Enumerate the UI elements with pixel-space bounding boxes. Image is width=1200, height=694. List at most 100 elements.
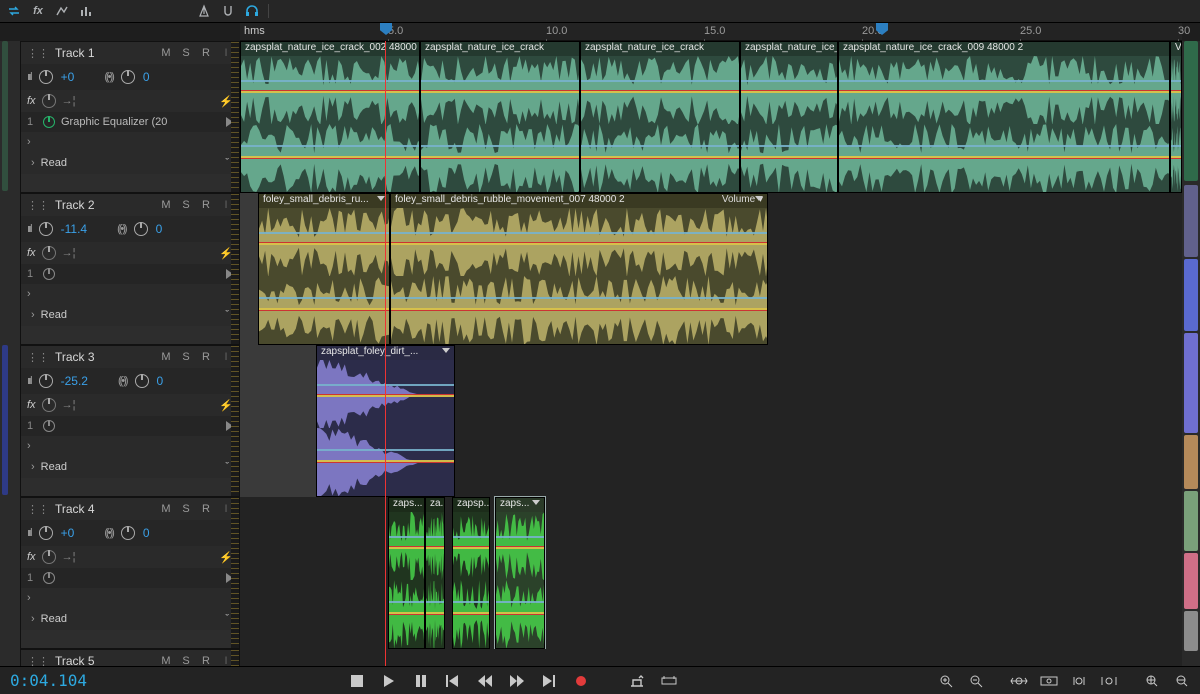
minimap-region[interactable] (1184, 491, 1198, 551)
track-lane[interactable] (240, 649, 1182, 666)
fx-power-icon[interactable] (43, 572, 55, 584)
volume-envelope[interactable] (581, 91, 739, 93)
pan-envelope[interactable] (1171, 145, 1181, 147)
zoom-in-button[interactable] (938, 672, 956, 690)
fast-forward-button[interactable] (508, 672, 526, 690)
volume-value[interactable]: -11.4 (61, 222, 87, 236)
volume-envelope[interactable] (391, 308, 767, 310)
pan-envelope[interactable] (839, 145, 1169, 147)
pan-envelope[interactable] (426, 601, 444, 603)
audio-clip[interactable]: zapsplat_nature_ice_crack_009 48000 2 (838, 41, 1170, 193)
volume-envelope[interactable] (317, 395, 454, 397)
audio-clip[interactable]: zaps... (495, 497, 545, 649)
pan-envelope[interactable] (496, 536, 544, 538)
fx-power-icon[interactable] (43, 116, 55, 128)
go-to-start-button[interactable] (444, 672, 462, 690)
pan-envelope[interactable] (426, 536, 444, 538)
audio-clip[interactable]: foley_small_debris_ru... (258, 193, 390, 345)
fx-slot-row[interactable]: 1 (21, 568, 239, 588)
volume-knob[interactable] (39, 222, 53, 236)
pan-envelope[interactable] (741, 145, 837, 147)
track-name-label[interactable]: Track 5 (55, 654, 95, 666)
pan-value[interactable]: 0 (157, 374, 164, 388)
expand-sends-icon[interactable]: › (27, 592, 31, 604)
grab-handle-icon[interactable]: ⋮⋮ (27, 351, 49, 364)
arm-record-button[interactable]: R (199, 199, 213, 211)
clip-menu-icon[interactable] (532, 500, 540, 505)
pan-knob[interactable] (135, 374, 149, 388)
pan-envelope[interactable] (259, 297, 389, 299)
audio-clip[interactable]: zaps... (388, 497, 425, 649)
overview-minimap[interactable] (1182, 41, 1200, 666)
pan-envelope[interactable] (241, 145, 419, 147)
minimap-region[interactable] (1184, 41, 1198, 181)
audio-clip[interactable]: foley_small_debris_rubble_movement_007 4… (390, 193, 768, 345)
volume-envelope[interactable] (1171, 91, 1181, 93)
pan-envelope[interactable] (391, 232, 767, 234)
solo-button[interactable]: S (179, 351, 193, 363)
stop-button[interactable] (348, 672, 366, 690)
pan-envelope[interactable] (241, 80, 419, 82)
audio-clip[interactable]: zapsplat_nature_ice_crack (420, 41, 580, 193)
volume-envelope[interactable] (389, 547, 424, 549)
volume-envelope[interactable] (259, 308, 389, 310)
minimap-region[interactable] (1184, 333, 1198, 433)
fx-power-icon[interactable] (43, 268, 55, 280)
fx-toggle-icon[interactable]: fx (28, 1, 48, 21)
volume-envelope[interactable] (453, 612, 489, 614)
track-name-label[interactable]: Track 3 (55, 350, 95, 364)
fx-knob[interactable] (42, 246, 56, 260)
clip-menu-icon[interactable] (377, 196, 385, 201)
volume-envelope[interactable] (496, 612, 544, 614)
arm-record-button[interactable]: R (199, 47, 213, 59)
volume-envelope[interactable] (391, 243, 767, 245)
audio-clip[interactable]: zapsplat_foley_dirt_... (316, 345, 455, 497)
minimap-region[interactable] (1184, 435, 1198, 489)
pan-envelope[interactable] (389, 601, 424, 603)
zoom-to-selection-button[interactable] (1040, 672, 1058, 690)
pan-envelope[interactable] (389, 536, 424, 538)
volume-envelope[interactable] (241, 91, 419, 93)
minimap-region[interactable] (1184, 611, 1198, 651)
volume-envelope[interactable] (389, 612, 424, 614)
volume-knob[interactable] (39, 526, 53, 540)
fx-knob[interactable] (42, 398, 56, 412)
go-to-end-button[interactable] (540, 672, 558, 690)
loop-toggle-icon[interactable] (4, 1, 24, 21)
pan-envelope[interactable] (581, 145, 739, 147)
mute-button[interactable]: M (159, 655, 173, 666)
volume-envelope[interactable] (421, 156, 579, 158)
mute-button[interactable]: M (159, 503, 173, 515)
pan-envelope[interactable] (741, 80, 837, 82)
volume-envelope[interactable] (581, 156, 739, 158)
volume-envelope[interactable] (1171, 156, 1181, 158)
fx-slot-name[interactable]: Graphic Equalizer (20 (61, 116, 220, 128)
audio-clip[interactable]: zapsp... (452, 497, 490, 649)
automation-mode-dropdown[interactable]: › Read ˇ (21, 608, 239, 630)
volume-value[interactable]: -25.2 (61, 374, 88, 388)
pan-value[interactable]: 0 (143, 526, 150, 540)
audio-clip[interactable]: Vo (1170, 41, 1182, 193)
pan-value[interactable]: 0 (143, 70, 150, 84)
timeline-ruler[interactable]: hms 5.010.015.020.025.030 (240, 23, 1182, 41)
pan-envelope[interactable] (496, 601, 544, 603)
envelope-toggle-icon[interactable] (52, 1, 72, 21)
play-button[interactable] (380, 672, 398, 690)
grab-handle-icon[interactable]: ⋮⋮ (27, 199, 49, 212)
zoom-selection-out-button[interactable] (1100, 672, 1118, 690)
volume-knob[interactable] (39, 374, 53, 388)
pan-value[interactable]: 0 (156, 222, 163, 236)
grab-handle-icon[interactable]: ⋮⋮ (27, 47, 49, 60)
volume-value[interactable]: +0 (61, 70, 75, 84)
track-color-slot[interactable] (2, 41, 8, 191)
track-color-slot[interactable] (2, 345, 8, 495)
fx-slot-row[interactable]: 1 (21, 416, 239, 436)
solo-button[interactable]: S (179, 655, 193, 666)
automation-mode-dropdown[interactable]: › Read ˇ (21, 152, 239, 174)
pan-knob[interactable] (134, 222, 148, 236)
track-lane[interactable]: foley_small_debris_ru... foley_small_deb… (240, 193, 1182, 345)
pan-envelope[interactable] (317, 449, 454, 451)
record-button[interactable] (572, 672, 590, 690)
minimap-region[interactable] (1184, 553, 1198, 609)
fx-send-icon[interactable]: →¦ (62, 399, 76, 411)
